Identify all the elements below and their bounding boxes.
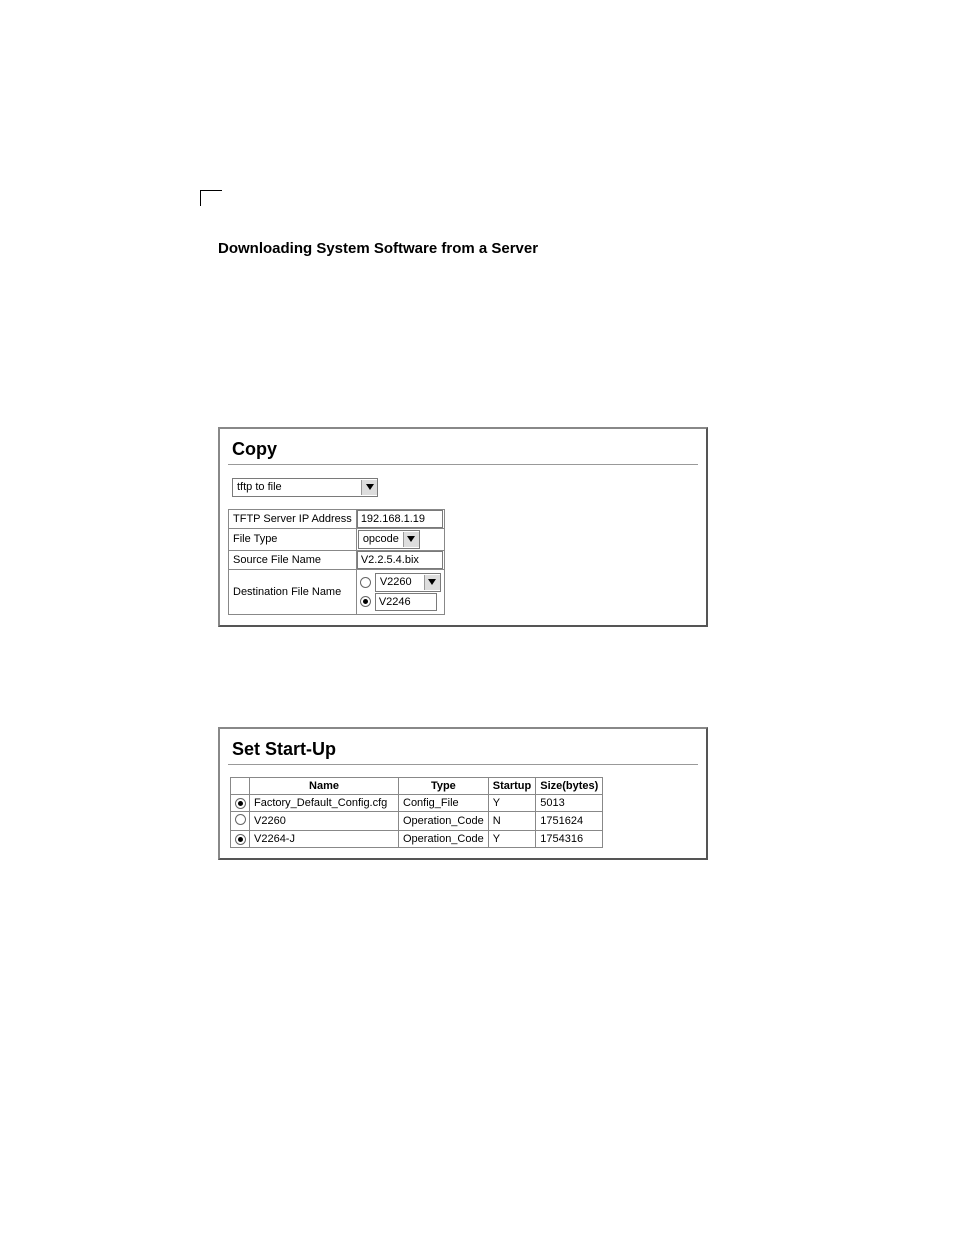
copy-mode-select[interactable]: tftp to file bbox=[232, 478, 378, 497]
divider bbox=[228, 464, 698, 465]
th-name: Name bbox=[250, 777, 399, 794]
dest-file-select-value: V2260 bbox=[376, 575, 424, 589]
table-row: Factory_Default_Config.cfg Config_File Y… bbox=[231, 794, 603, 811]
cell-startup: Y bbox=[488, 794, 536, 811]
cell-size: 1751624 bbox=[536, 811, 603, 830]
dest-file-select[interactable]: V2260 bbox=[375, 573, 441, 592]
dest-file-input[interactable] bbox=[375, 593, 437, 611]
table-row: V2264-J Operation_Code Y 1754316 bbox=[231, 830, 603, 847]
cell-type: Config_File bbox=[399, 794, 489, 811]
file-type-row: File Type opcode bbox=[229, 528, 445, 550]
file-type-value: opcode bbox=[359, 532, 403, 546]
startup-row-radio[interactable] bbox=[235, 834, 246, 845]
dropdown-arrow-icon bbox=[403, 532, 419, 547]
cell-startup: N bbox=[488, 811, 536, 830]
copy-panel-title: Copy bbox=[232, 439, 698, 460]
cell-type: Operation_Code bbox=[399, 811, 489, 830]
startup-panel-title: Set Start-Up bbox=[232, 739, 698, 760]
dest-file-row: Destination File Name V2260 bbox=[229, 569, 445, 614]
cell-startup: Y bbox=[488, 830, 536, 847]
dropdown-arrow-icon bbox=[424, 575, 440, 590]
cell-size: 5013 bbox=[536, 794, 603, 811]
divider bbox=[228, 764, 698, 765]
table-row: V2260 Operation_Code N 1751624 bbox=[231, 811, 603, 830]
copy-mode-select-value: tftp to file bbox=[233, 480, 361, 494]
cell-name: Factory_Default_Config.cfg bbox=[250, 794, 399, 811]
dest-radio-existing[interactable] bbox=[360, 577, 371, 588]
file-type-select[interactable]: opcode bbox=[358, 530, 420, 549]
crop-mark bbox=[200, 190, 224, 208]
dest-file-label: Destination File Name bbox=[229, 569, 357, 614]
startup-header-row: Name Type Startup Size(bytes) bbox=[231, 777, 603, 794]
tftp-ip-label: TFTP Server IP Address bbox=[229, 509, 357, 528]
th-type: Type bbox=[399, 777, 489, 794]
th-size: Size(bytes) bbox=[536, 777, 603, 794]
startup-table: Name Type Startup Size(bytes) Factory_De… bbox=[230, 777, 603, 848]
source-file-row: Source File Name bbox=[229, 550, 445, 569]
page-heading: Downloading System Software from a Serve… bbox=[218, 240, 894, 257]
tftp-ip-row: TFTP Server IP Address bbox=[229, 509, 445, 528]
dest-radio-new[interactable] bbox=[360, 596, 371, 607]
source-file-label: Source File Name bbox=[229, 550, 357, 569]
copy-panel: Copy tftp to file TFTP Server IP Address… bbox=[218, 427, 708, 627]
dropdown-arrow-icon bbox=[361, 480, 377, 495]
cell-type: Operation_Code bbox=[399, 830, 489, 847]
startup-row-radio[interactable] bbox=[235, 814, 246, 825]
cell-name: V2260 bbox=[250, 811, 399, 830]
th-startup: Startup bbox=[488, 777, 536, 794]
startup-panel: Set Start-Up Name Type Startup Size(byte… bbox=[218, 727, 708, 860]
th-radio bbox=[231, 777, 250, 794]
cell-size: 1754316 bbox=[536, 830, 603, 847]
startup-row-radio[interactable] bbox=[235, 798, 246, 809]
copy-form-table: TFTP Server IP Address File Type opcode bbox=[228, 509, 445, 615]
source-file-input[interactable] bbox=[357, 551, 443, 569]
cell-name: V2264-J bbox=[250, 830, 399, 847]
file-type-label: File Type bbox=[229, 528, 357, 550]
tftp-ip-input[interactable] bbox=[357, 510, 443, 528]
